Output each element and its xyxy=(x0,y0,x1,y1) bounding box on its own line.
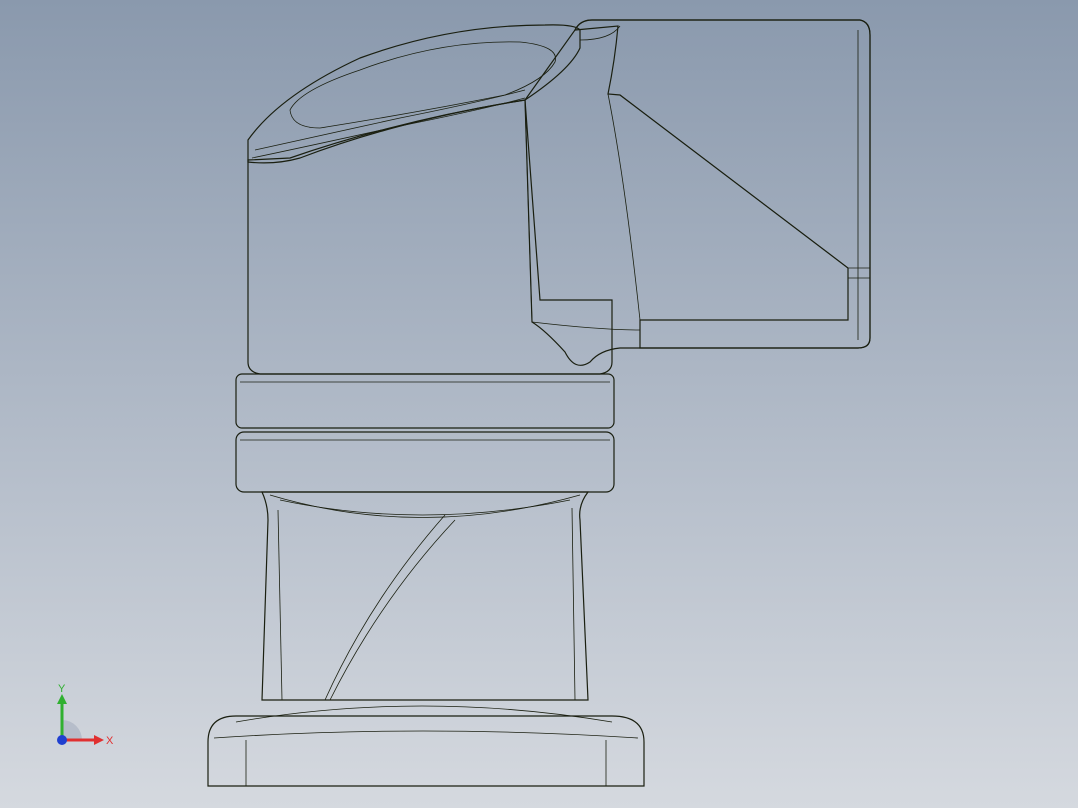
outlet-box-top-face xyxy=(573,19,871,349)
base-flange xyxy=(207,715,645,787)
lower-body xyxy=(261,491,590,701)
elbow-top-dome xyxy=(247,24,581,164)
outlet-box xyxy=(524,19,871,366)
graphics-viewport[interactable]: Y X xyxy=(0,0,1078,808)
elbow-part-model[interactable] xyxy=(0,0,1078,808)
y-axis-label: Y xyxy=(58,683,66,695)
z-axis-icon xyxy=(57,735,67,745)
x-axis-label: X xyxy=(106,735,114,747)
upper-cylinder-body xyxy=(247,99,613,375)
collar-ring-lower xyxy=(235,431,615,493)
dome-inner-ridge xyxy=(289,41,556,129)
coordinate-triad: Y X xyxy=(57,683,114,747)
